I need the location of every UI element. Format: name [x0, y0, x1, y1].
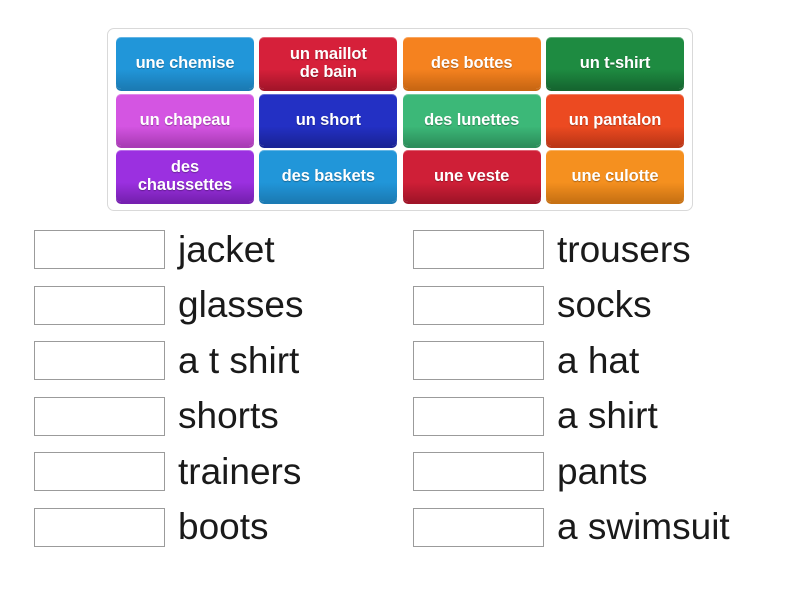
answer-row: a shirt: [413, 389, 783, 445]
word-tile[interactable]: un maillot de bain: [259, 37, 398, 89]
drop-zone[interactable]: [34, 507, 165, 547]
answer-row: glasses: [34, 278, 394, 334]
answer-label: a t shirt: [178, 339, 300, 381]
answer-label: a swimsuit: [557, 506, 730, 548]
answer-label: jacket: [178, 228, 275, 270]
word-tile[interactable]: un short: [259, 93, 398, 146]
answer-row: socks: [413, 278, 783, 334]
answer-label: boots: [178, 506, 269, 548]
word-tile[interactable]: un pantalon: [545, 93, 684, 146]
word-tile[interactable]: un chapeau: [116, 93, 254, 146]
answer-column-right: trousers socks a hat a shirt pants a swi…: [413, 222, 783, 555]
drop-zone[interactable]: [413, 285, 544, 325]
answer-label: socks: [557, 284, 652, 326]
answer-row: shorts: [34, 389, 394, 445]
answer-row: trainers: [34, 444, 394, 500]
drop-zone[interactable]: [413, 452, 544, 492]
word-tile[interactable]: un t-shirt: [545, 37, 684, 89]
word-tile[interactable]: des bottes: [402, 37, 541, 89]
answer-row: trousers: [413, 222, 783, 278]
drop-zone[interactable]: [34, 396, 165, 436]
answer-row: a t shirt: [34, 333, 394, 389]
word-tile[interactable]: des lunettes: [402, 93, 541, 146]
word-tile[interactable]: une culotte: [545, 150, 684, 202]
word-tile[interactable]: une veste: [402, 150, 541, 202]
word-bank-row: un chapeau un short des lunettes un pant…: [116, 93, 684, 146]
answer-row: a swimsuit: [413, 500, 783, 556]
drop-zone[interactable]: [34, 230, 165, 270]
answer-row: pants: [413, 444, 783, 500]
drop-zone[interactable]: [413, 396, 544, 436]
answer-label: trainers: [178, 450, 302, 492]
word-tile[interactable]: des baskets: [259, 150, 398, 202]
drop-zone[interactable]: [34, 452, 165, 492]
word-bank-row: des chaussettes des baskets une veste une…: [116, 150, 684, 202]
drop-zone[interactable]: [413, 341, 544, 381]
drop-zone[interactable]: [413, 230, 544, 270]
word-tile[interactable]: des chaussettes: [116, 150, 254, 202]
answer-label: a hat: [557, 339, 640, 381]
answer-row: a hat: [413, 333, 783, 389]
answer-label: glasses: [178, 284, 304, 326]
match-up-activity: une chemise un maillot de bain des bottes…: [0, 0, 800, 600]
answer-label: pants: [557, 450, 648, 492]
answer-column-left: jacket glasses a t shirt shorts trainers…: [34, 222, 394, 555]
drop-zone[interactable]: [34, 341, 165, 381]
answer-label: a shirt: [557, 395, 658, 437]
answer-label: trousers: [557, 228, 691, 270]
answer-row: jacket: [34, 222, 394, 278]
answer-label: shorts: [178, 395, 279, 437]
word-tile[interactable]: une chemise: [116, 37, 254, 89]
drop-zone[interactable]: [413, 507, 544, 547]
drop-zone[interactable]: [34, 285, 165, 325]
word-bank-row: une chemise un maillot de bain des bottes…: [116, 37, 684, 89]
word-bank-panel: une chemise un maillot de bain des bottes…: [107, 28, 693, 211]
answer-row: boots: [34, 500, 394, 556]
